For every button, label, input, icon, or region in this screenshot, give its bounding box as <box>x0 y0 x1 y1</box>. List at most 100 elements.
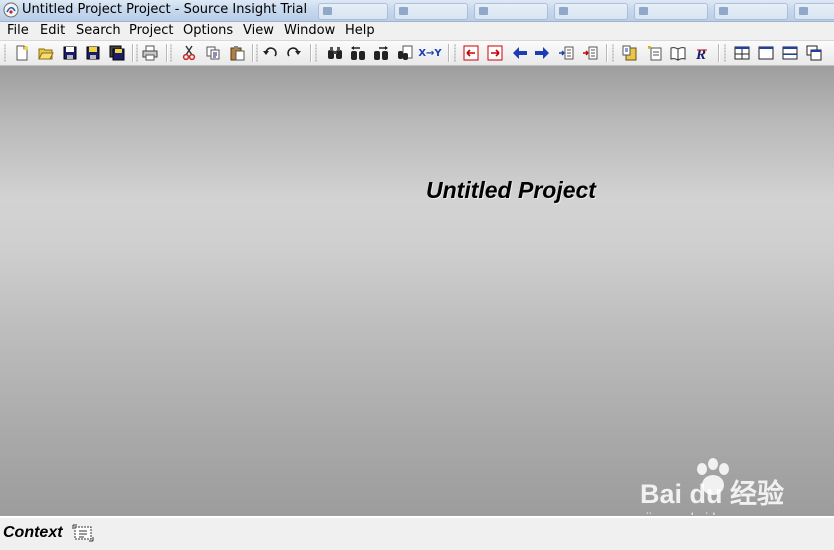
toolbar-grip[interactable] <box>256 44 258 62</box>
open-book-icon <box>670 47 686 61</box>
menu-file[interactable]: File <box>7 23 29 38</box>
copy-button[interactable] <box>203 43 223 63</box>
save-button[interactable] <box>60 43 80 63</box>
search-forward-button[interactable] <box>371 43 391 63</box>
window-title: Untitled Project Project - Source Insigh… <box>22 2 308 17</box>
symbol-window-button[interactable] <box>644 43 664 63</box>
tile-windows-button[interactable] <box>732 43 752 63</box>
open-folder-icon <box>38 48 54 60</box>
relation-window-button[interactable]: R <box>692 43 712 63</box>
menu-help[interactable]: Help <box>345 23 375 38</box>
project-window-icon <box>622 45 637 61</box>
taskbar-ghost-tab <box>318 3 388 20</box>
menu-window[interactable]: Window <box>284 23 335 38</box>
save-all-button[interactable] <box>107 43 127 63</box>
save-as-button[interactable] <box>83 43 103 63</box>
toolbar-separator <box>132 44 134 62</box>
cascade-icon <box>806 45 822 61</box>
search-backward-button[interactable] <box>348 43 368 63</box>
previous-bookmark-button[interactable] <box>461 43 481 63</box>
jump-to-definition-button[interactable] <box>580 43 600 63</box>
single-window-icon <box>758 46 774 60</box>
arrow-left-icon <box>513 47 527 59</box>
bookmark-next-icon <box>487 45 503 61</box>
toolbar-separator <box>448 44 450 62</box>
menu-view[interactable]: View <box>243 23 274 38</box>
tile-horizontal-icon <box>782 46 798 60</box>
toolbar-grip[interactable] <box>612 44 614 62</box>
binoculars-forward-icon <box>374 46 388 60</box>
go-forward-button[interactable] <box>532 43 552 63</box>
toolbar-separator <box>606 44 608 62</box>
print-button[interactable] <box>140 43 160 63</box>
printer-icon <box>142 45 158 61</box>
arrow-right-icon <box>535 47 549 59</box>
title-bar: Untitled Project Project - Source Insigh… <box>0 0 834 22</box>
copy-icon <box>206 46 220 60</box>
search-files-icon <box>398 45 413 60</box>
toolbar-grip[interactable] <box>170 44 172 62</box>
replace-button[interactable]: X→Y <box>418 43 442 63</box>
toolbar: X→Y R <box>0 41 834 66</box>
binoculars-back-icon <box>351 46 365 60</box>
menu-bar: File Edit Search Project Options View Wi… <box>0 22 834 41</box>
project-window-button[interactable] <box>620 43 640 63</box>
tile-horizontal-button[interactable] <box>780 43 800 63</box>
toolbar-grip[interactable] <box>315 44 317 62</box>
taskbar-ghost-tab <box>714 3 788 20</box>
project-title: Untitled Project <box>426 177 596 203</box>
browse-project-button[interactable] <box>668 43 688 63</box>
menu-project[interactable]: Project <box>129 23 173 38</box>
menu-search[interactable]: Search <box>76 23 121 38</box>
toolbar-grip[interactable] <box>136 44 138 62</box>
toolbar-grip[interactable] <box>454 44 456 62</box>
open-file-button[interactable] <box>36 43 56 63</box>
redo-button[interactable] <box>284 43 304 63</box>
go-back-button[interactable] <box>510 43 530 63</box>
taskbar-ghost-tab <box>394 3 468 20</box>
cascade-windows-button[interactable] <box>804 43 824 63</box>
redo-arrow-icon <box>287 47 301 57</box>
save-disk-icon <box>63 46 77 60</box>
svg-text:R: R <box>695 47 706 61</box>
replace-label: X→Y <box>418 47 442 59</box>
binoculars-icon <box>328 47 342 59</box>
paste-clipboard-icon <box>230 46 245 61</box>
context-window-bar[interactable]: Context <box>0 516 834 550</box>
taskbar-ghost-tab <box>474 3 548 20</box>
bookmark-prev-icon <box>463 45 479 61</box>
search-files-button[interactable] <box>395 43 415 63</box>
toolbar-grip[interactable] <box>724 44 726 62</box>
save-as-disk-icon <box>86 46 100 60</box>
tile-one-button[interactable] <box>756 43 776 63</box>
menu-edit[interactable]: Edit <box>40 23 65 38</box>
taskbar-ghost-tab <box>554 3 628 20</box>
relation-r-icon: R <box>695 47 707 61</box>
taskbar-ghost-tab <box>634 3 708 20</box>
menu-options[interactable]: Options <box>183 23 233 38</box>
next-bookmark-button[interactable] <box>485 43 505 63</box>
toolbar-separator <box>166 44 168 62</box>
new-file-icon <box>16 45 28 61</box>
tile-grid-icon <box>734 46 750 60</box>
toolbar-separator <box>252 44 254 62</box>
new-file-button[interactable] <box>12 43 32 63</box>
toolbar-separator <box>310 44 312 62</box>
save-all-disks-icon <box>109 45 125 61</box>
paste-button[interactable] <box>227 43 247 63</box>
undo-button[interactable] <box>260 43 280 63</box>
watermark-logo-text: Bai du 经验 <box>640 479 785 509</box>
context-window-title: Context <box>3 524 63 541</box>
jump-caller-icon <box>559 46 574 60</box>
app-icon[interactable] <box>3 2 19 18</box>
symbol-window-icon <box>648 46 662 61</box>
search-button[interactable] <box>325 43 345 63</box>
cut-button[interactable] <box>179 43 199 63</box>
context-window-icon[interactable] <box>72 524 94 542</box>
toolbar-separator <box>718 44 720 62</box>
jump-definition-icon <box>583 46 598 60</box>
toolbar-grip[interactable] <box>4 44 6 62</box>
mdi-workspace[interactable]: Untitled Project <box>0 66 834 516</box>
jump-to-caller-button[interactable] <box>556 43 576 63</box>
undo-arrow-icon <box>263 47 277 57</box>
